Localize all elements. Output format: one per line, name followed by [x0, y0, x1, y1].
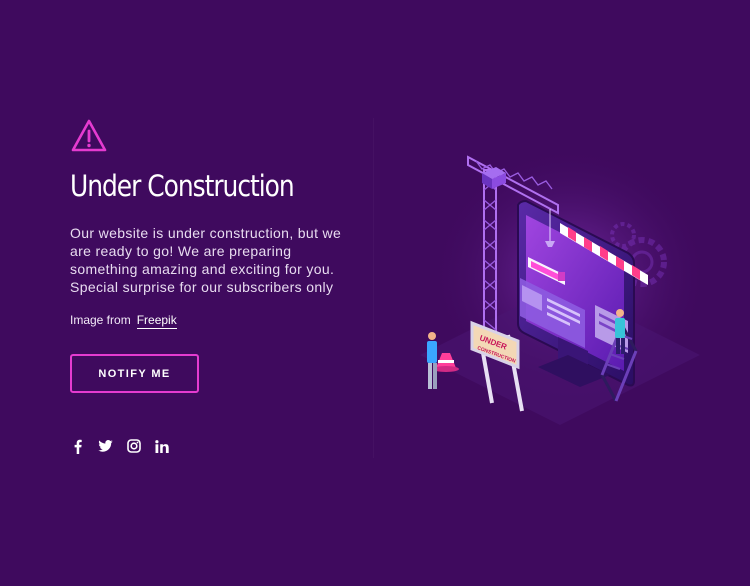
worker-left — [427, 332, 437, 389]
credit-prefix: Image from — [70, 313, 131, 327]
hero-content: Under Construction Our website is under … — [70, 118, 370, 329]
notify-me-button[interactable]: NOTIFY ME — [70, 354, 199, 393]
page-description: Our website is under construction, but w… — [70, 225, 342, 295]
under-construction-illustration: UNDER CONSTRUCTION — [420, 145, 700, 425]
facebook-icon[interactable] — [70, 437, 85, 455]
linkedin-icon[interactable] — [154, 437, 169, 455]
image-credit: Image from Freepik — [70, 313, 370, 329]
page: Under Construction Our website is under … — [0, 0, 750, 586]
freepik-link[interactable]: Freepik — [136, 313, 177, 329]
twitter-icon[interactable] — [98, 437, 113, 455]
panel-divider — [373, 118, 374, 458]
social-links — [70, 437, 169, 455]
page-title: Under Construction — [70, 169, 295, 203]
instagram-icon[interactable] — [126, 437, 141, 455]
warning-triangle-icon — [71, 119, 107, 152]
